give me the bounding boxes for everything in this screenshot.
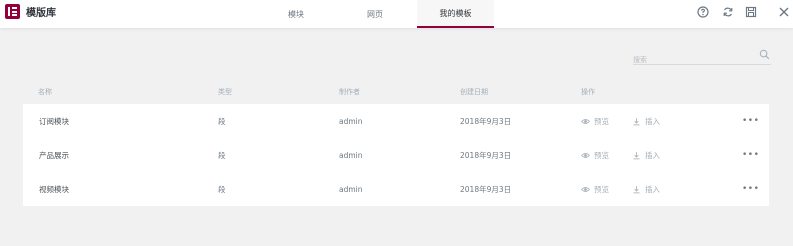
download-icon bbox=[633, 117, 640, 125]
app-branding: 模版库 bbox=[5, 4, 56, 19]
insert-button[interactable]: 插入 bbox=[632, 104, 660, 138]
preview-button[interactable]: 预览 bbox=[581, 172, 609, 206]
insert-label: 插入 bbox=[645, 184, 660, 194]
column-header-name: 名称 bbox=[38, 88, 52, 96]
template-author: admin bbox=[339, 116, 363, 126]
more-options-button[interactable]: ••• bbox=[742, 104, 759, 138]
preview-label: 预览 bbox=[594, 150, 609, 160]
eye-icon bbox=[581, 186, 590, 192]
sync-icon[interactable] bbox=[721, 5, 735, 19]
download-icon bbox=[633, 151, 640, 159]
tab-pages[interactable]: 网页 bbox=[352, 0, 398, 28]
table-row: 订阅模块 段 admin 2018年9月3日 预览 插入 ••• bbox=[23, 104, 769, 138]
tab-my-templates[interactable]: 我的模板 bbox=[417, 0, 494, 28]
insert-label: 插入 bbox=[645, 150, 660, 160]
table-row: 视频模块 段 admin 2018年9月3日 预览 插入 ••• bbox=[23, 172, 769, 206]
template-author: admin bbox=[339, 184, 363, 194]
insert-label: 插入 bbox=[645, 116, 660, 126]
save-icon[interactable] bbox=[744, 5, 758, 19]
search-icon[interactable] bbox=[759, 49, 770, 60]
preview-button[interactable]: 预览 bbox=[581, 138, 609, 172]
template-name: 视频模块 bbox=[39, 184, 69, 194]
column-header-date: 创建日期 bbox=[460, 88, 488, 96]
table-row: 产品展示 段 admin 2018年9月3日 预览 插入 ••• bbox=[23, 138, 769, 172]
close-icon[interactable] bbox=[777, 5, 791, 19]
app-title: 模版库 bbox=[26, 8, 56, 19]
preview-label: 预览 bbox=[594, 116, 609, 126]
download-icon bbox=[633, 185, 640, 193]
column-header-actions: 操作 bbox=[581, 88, 595, 96]
more-options-button[interactable]: ••• bbox=[742, 172, 759, 206]
template-type: 段 bbox=[218, 150, 226, 160]
preview-button[interactable]: 预览 bbox=[581, 104, 609, 138]
preview-label: 预览 bbox=[594, 184, 609, 194]
template-name: 产品展示 bbox=[39, 150, 69, 160]
help-icon[interactable] bbox=[696, 5, 710, 19]
column-header-type: 类型 bbox=[218, 88, 232, 96]
search-input[interactable] bbox=[633, 52, 753, 68]
template-date: 2018年9月3日 bbox=[460, 184, 512, 194]
template-type: 段 bbox=[218, 116, 226, 126]
template-author: admin bbox=[339, 150, 363, 160]
template-type: 段 bbox=[218, 184, 226, 194]
column-header-author: 制作者 bbox=[339, 88, 360, 96]
eye-icon bbox=[581, 118, 590, 124]
more-options-button[interactable]: ••• bbox=[742, 138, 759, 172]
insert-button[interactable]: 插入 bbox=[632, 172, 660, 206]
tab-blocks[interactable]: 模块 bbox=[273, 0, 319, 28]
eye-icon bbox=[581, 152, 590, 158]
header-bar: 模版库 模块 网页 我的模板 bbox=[0, 0, 793, 28]
template-date: 2018年9月3日 bbox=[460, 116, 512, 126]
templates-table: 订阅模块 段 admin 2018年9月3日 预览 插入 ••• 产品展示 段 … bbox=[23, 104, 769, 206]
template-name: 订阅模块 bbox=[39, 116, 69, 126]
search-field bbox=[633, 47, 771, 68]
elementor-logo-icon bbox=[5, 4, 20, 19]
template-date: 2018年9月3日 bbox=[460, 150, 512, 160]
insert-button[interactable]: 插入 bbox=[632, 138, 660, 172]
